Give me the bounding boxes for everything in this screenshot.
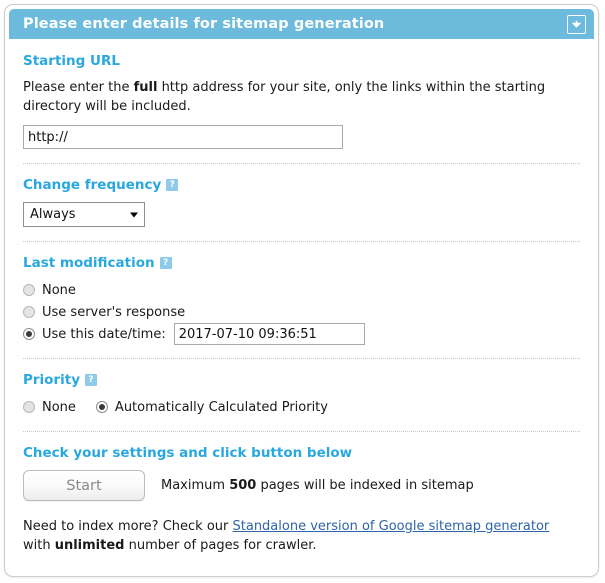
note-bold-count: 500: [229, 478, 257, 493]
start-button[interactable]: Start: [23, 470, 145, 501]
priority-heading: Priority ?: [23, 372, 580, 388]
change-frequency-heading: Change frequency ?: [23, 177, 580, 193]
last-modification-heading-label: Last modification: [23, 255, 155, 271]
note-part-2: pages will be indexed in sitemap: [256, 478, 474, 493]
max-pages-note: Maximum 500 pages will be indexed in sit…: [161, 478, 474, 493]
divider: [23, 431, 580, 432]
footer-part-1: Need to index more? Check our: [23, 519, 233, 534]
panel-header: Please enter details for sitemap generat…: [9, 9, 594, 39]
radio-row-server-response: Use server's response: [23, 302, 580, 322]
standalone-version-link[interactable]: Standalone version of Google sitemap gen…: [233, 519, 550, 534]
divider: [23, 241, 580, 242]
radio-label-date-time[interactable]: Use this date/time:: [42, 327, 166, 342]
sitemap-generator-panel: Please enter details for sitemap generat…: [4, 4, 599, 577]
last-modification-date-input[interactable]: [173, 323, 365, 345]
section-priority: Priority ? None Automatically Calculated…: [23, 372, 580, 417]
radio-label-priority-none[interactable]: None: [42, 400, 76, 415]
radio-row-none: None: [23, 280, 580, 300]
radio-last-modification-none[interactable]: [23, 284, 35, 296]
section-last-modification: Last modification ? None Use server's re…: [23, 255, 580, 345]
panel-title: Please enter details for sitemap generat…: [23, 16, 385, 32]
start-row: Start Maximum 500 pages will be indexed …: [23, 470, 580, 501]
radio-priority-auto-wrap: Automatically Calculated Priority: [95, 400, 328, 415]
radio-priority-none[interactable]: [23, 401, 35, 413]
divider: [23, 358, 580, 359]
change-frequency-heading-label: Change frequency: [23, 177, 162, 193]
starting-url-heading: Starting URL: [23, 53, 580, 69]
radio-label-server-response[interactable]: Use server's response: [42, 305, 185, 320]
footer-part-3: number of pages for crawler.: [124, 538, 317, 553]
change-frequency-select[interactable]: Always: [23, 202, 145, 227]
note-part-1: Maximum: [161, 478, 230, 493]
section-change-frequency: Change frequency ? Always: [23, 177, 580, 227]
radio-row-date-time: Use this date/time:: [23, 323, 580, 345]
help-icon[interactable]: ?: [159, 257, 172, 269]
help-icon[interactable]: ?: [166, 179, 179, 191]
footer-bold: unlimited: [54, 538, 125, 553]
check-settings-heading-label: Check your settings and click button bel…: [23, 445, 353, 461]
section-starting-url: Starting URL Please enter the full http …: [23, 53, 580, 149]
help-icon[interactable]: ?: [85, 374, 97, 386]
radio-row-priority: None Automatically Calculated Priority: [23, 397, 580, 417]
check-settings-heading: Check your settings and click button bel…: [23, 445, 580, 461]
starting-url-input[interactable]: [23, 125, 343, 149]
section-check-settings: Check your settings and click button bel…: [23, 445, 580, 555]
last-modification-heading: Last modification ?: [23, 255, 580, 271]
desc-part-1: Please enter the: [23, 80, 134, 95]
footer-text: Need to index more? Check our Standalone…: [23, 517, 568, 555]
radio-label-none[interactable]: None: [42, 283, 76, 298]
radio-last-modification-date-time[interactable]: [23, 328, 35, 340]
divider: [23, 163, 580, 164]
radio-label-priority-automatic[interactable]: Automatically Calculated Priority: [115, 400, 328, 415]
panel-body: Starting URL Please enter the full http …: [5, 39, 598, 555]
change-frequency-selected-value: Always: [30, 207, 76, 222]
radio-last-modification-server-response[interactable]: [23, 306, 35, 318]
desc-bold: full: [133, 80, 158, 95]
change-frequency-select-wrap: Always: [23, 202, 145, 227]
radio-priority-none-wrap: None: [23, 400, 76, 415]
start-button-label: Start: [66, 477, 102, 494]
footer-part-2: with: [23, 538, 55, 553]
starting-url-heading-label: Starting URL: [23, 53, 120, 69]
priority-heading-label: Priority: [23, 372, 80, 388]
collapse-down-icon[interactable]: [567, 14, 586, 34]
starting-url-description: Please enter the full http address for y…: [23, 78, 553, 116]
radio-priority-automatic[interactable]: [95, 401, 108, 413]
